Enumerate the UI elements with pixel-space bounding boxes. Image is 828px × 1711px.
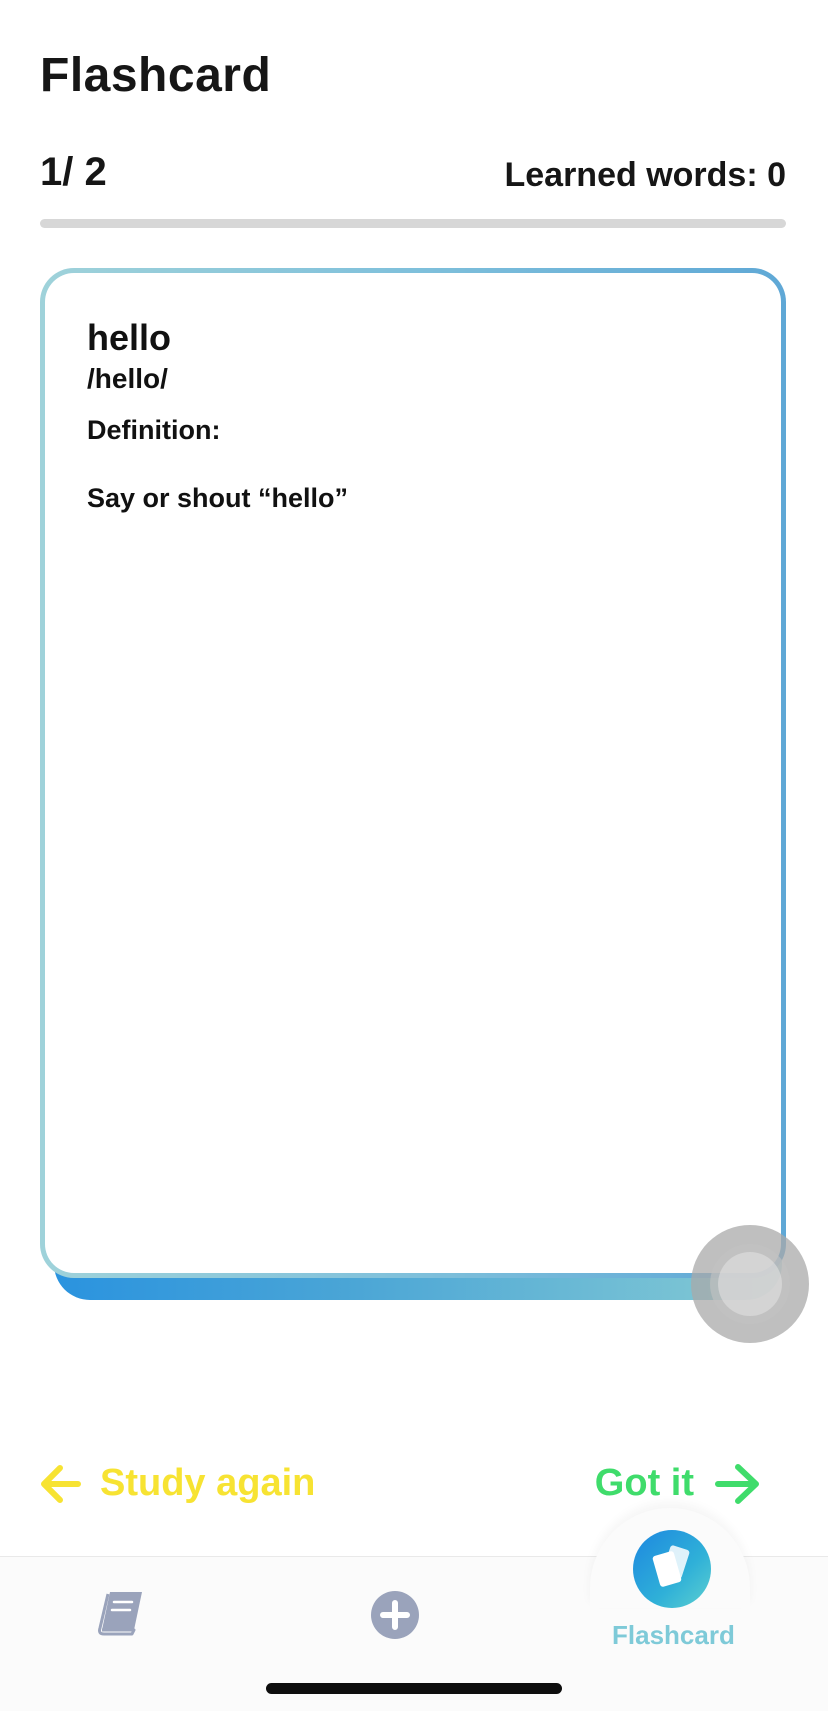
card-word: hello xyxy=(87,317,172,358)
got-it-button[interactable]: Got it xyxy=(595,1462,762,1505)
page-title: Flashcard xyxy=(40,49,272,102)
flashcard-icon xyxy=(648,1543,696,1596)
learned-words-count: Learned words: 0 xyxy=(504,156,786,194)
study-again-button[interactable]: Study again xyxy=(38,1462,315,1505)
flashcard-tab-circle xyxy=(633,1530,711,1608)
study-again-label: Study again xyxy=(100,1462,316,1504)
book-icon xyxy=(96,1592,146,1640)
definition-label: Definition: xyxy=(87,415,221,445)
tab-book[interactable] xyxy=(96,1590,146,1641)
progress-bar xyxy=(40,219,786,228)
assistive-touch-button[interactable] xyxy=(691,1225,809,1343)
assistive-touch-inner xyxy=(718,1252,782,1316)
got-it-label: Got it xyxy=(594,1462,694,1504)
home-indicator xyxy=(266,1683,562,1694)
card-phonetic: /hello/ xyxy=(87,363,168,394)
definition-text: Say or shout “hello” xyxy=(87,483,349,513)
tab-add[interactable] xyxy=(370,1590,420,1645)
tab-flashcard[interactable]: Flashcard xyxy=(612,1530,735,1651)
plus-circle-icon xyxy=(370,1591,420,1644)
tab-flashcard-label: Flashcard xyxy=(612,1620,735,1650)
arrow-left-icon xyxy=(38,1464,100,1504)
arrow-right-icon xyxy=(694,1463,762,1505)
flashcard[interactable]: hello /hello/ Definition: Say or shout “… xyxy=(40,268,786,1278)
card-counter: 1/ 2 xyxy=(40,150,107,194)
